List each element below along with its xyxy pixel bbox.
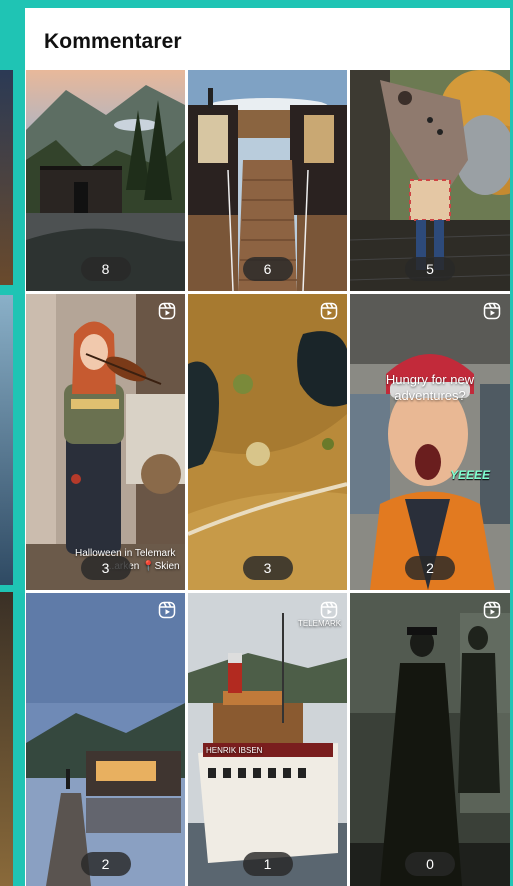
tile-image: [26, 593, 185, 886]
video-overlay-text-line-2: adventures?: [394, 388, 466, 403]
reel-icon: [320, 601, 338, 619]
video-watermark: TELEMARK: [298, 619, 342, 628]
tile-image: [188, 593, 347, 886]
video-overlay-shout: YEEEE: [450, 468, 491, 482]
comment-count-badge: 3: [242, 556, 293, 580]
comment-count-badge: 2: [80, 852, 131, 876]
tile-image: [26, 294, 185, 590]
reel-icon: [483, 601, 501, 619]
video-overlay-text-line-1: Hungry for new: [385, 372, 475, 387]
ship-name-label: HENRIK IBSEN: [206, 746, 263, 755]
comment-count-badge: 5: [405, 257, 455, 281]
comment-count-badge: 8: [80, 257, 131, 281]
grid-tile[interactable]: 3: [188, 294, 347, 590]
page-title: Kommentarer: [44, 30, 182, 53]
comment-count-badge: 2: [405, 556, 455, 580]
grid-tile[interactable]: 8: [26, 70, 185, 291]
background-thumb: [0, 295, 13, 585]
background-thumb: [0, 592, 13, 886]
reel-icon: [158, 601, 176, 619]
comment-count-badge: 3: [80, 556, 131, 580]
panel-accent-bar: [16, 8, 25, 886]
grid-tile[interactable]: 5: [350, 70, 510, 291]
comment-count-badge: 1: [242, 852, 293, 876]
tile-image: [350, 294, 510, 590]
comment-count-badge: 6: [242, 257, 293, 281]
background-thumb: [0, 70, 13, 285]
grid-tile[interactable]: 2: [26, 593, 185, 886]
grid-tile[interactable]: TELEMARK HENRIK IBSEN 1: [188, 593, 347, 886]
reel-icon: [158, 302, 176, 320]
grid-tile[interactable]: Hungry for new adventures? YEEEE 2: [350, 294, 510, 590]
grid-tile[interactable]: Halloween in Telemark ...arken 📍Skien 3: [26, 294, 185, 590]
tile-image: [350, 593, 510, 886]
tile-image: [188, 294, 347, 590]
background-carousel-strip: [0, 0, 16, 886]
reel-icon: [483, 302, 501, 320]
grid-tile[interactable]: 0: [350, 593, 510, 886]
reel-icon: [320, 302, 338, 320]
comment-count-badge: 0: [405, 852, 455, 876]
grid-tile[interactable]: 6: [188, 70, 347, 291]
